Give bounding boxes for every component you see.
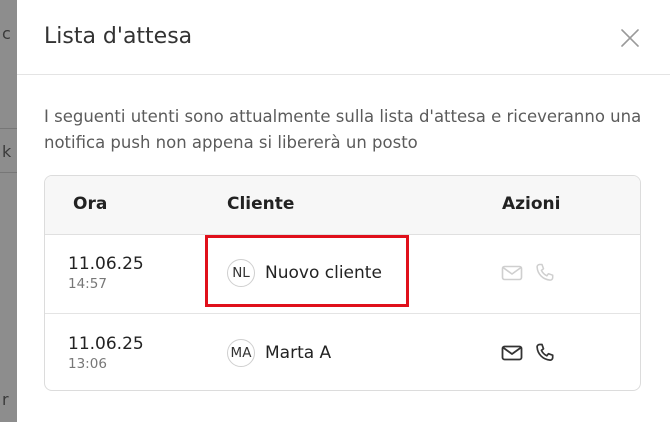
row-actions (500, 341, 557, 365)
table-row: 11.06.25 13:06 MA Marta A (45, 313, 640, 390)
client-name: Marta A (265, 343, 332, 363)
client-cell[interactable]: MA Marta A (227, 338, 331, 368)
call-button (533, 261, 557, 285)
background-fragment: r (2, 390, 9, 409)
background-divider (0, 128, 17, 129)
column-header-time: Ora (73, 194, 108, 214)
background-divider (0, 172, 17, 173)
highlight-box (205, 235, 409, 307)
avatar: MA (227, 339, 255, 367)
phone-icon (536, 263, 554, 281)
modal-header: Lista d'attesa (17, 0, 670, 75)
background-fragment: k (2, 142, 12, 161)
column-header-client: Cliente (227, 194, 295, 214)
email-button (500, 261, 524, 285)
close-icon (621, 29, 639, 47)
phone-icon (536, 343, 554, 361)
column-header-actions: Azioni (502, 194, 561, 214)
background-page: c k r (0, 0, 17, 422)
row-date: 11.06.25 (68, 254, 144, 274)
background-fragment: c (2, 24, 11, 43)
email-button[interactable] (500, 341, 524, 365)
waitlist-modal: Lista d'attesa I seguenti utenti sono at… (17, 0, 670, 422)
modal-description: I seguenti utenti sono attualmente sulla… (44, 107, 642, 152)
row-date: 11.06.25 (68, 334, 144, 354)
envelope-icon (501, 265, 523, 281)
row-time: 13:06 (68, 356, 107, 372)
table-header: Ora Cliente Azioni (45, 176, 640, 235)
row-actions (500, 261, 557, 285)
call-button[interactable] (533, 341, 557, 365)
modal-title: Lista d'attesa (44, 24, 193, 49)
row-time: 14:57 (68, 276, 107, 292)
close-button[interactable] (617, 25, 643, 51)
envelope-icon (501, 345, 523, 361)
